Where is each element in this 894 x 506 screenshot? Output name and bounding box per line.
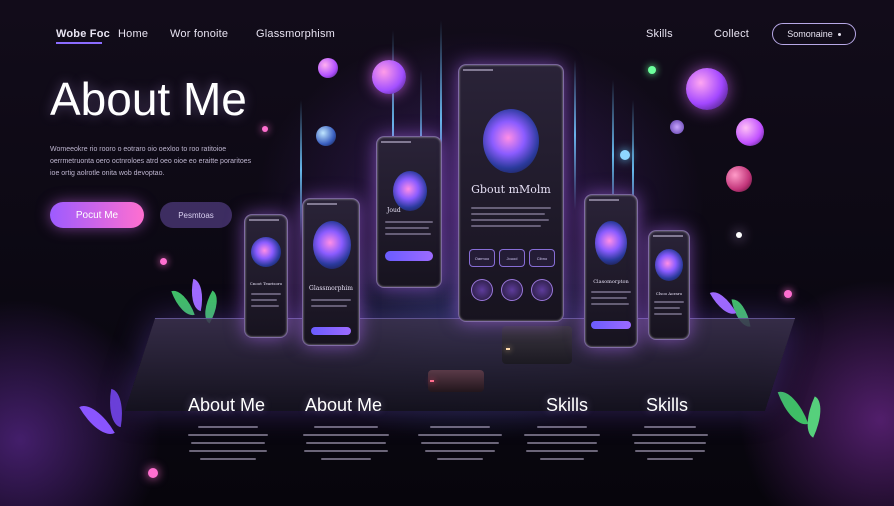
nav-link-contact[interactable]: Collect xyxy=(714,28,749,40)
top-navigation: Wobe Foc Home Wor fonoite Glassmorphism … xyxy=(0,0,894,66)
nebula-image xyxy=(251,237,281,267)
glow-orb xyxy=(686,68,728,110)
glow-orb xyxy=(736,118,764,146)
text-line xyxy=(654,307,680,309)
card-status-bar xyxy=(589,199,619,201)
chip-label: Cibno xyxy=(536,255,548,261)
card-title: Gbout mMolm xyxy=(471,183,551,196)
glow-orb xyxy=(736,232,742,238)
glow-orb xyxy=(316,126,336,146)
card-action-button[interactable] xyxy=(311,327,351,335)
text-line xyxy=(591,291,631,293)
nebula-image xyxy=(483,109,539,173)
hero-description: Womeeokre rio rooro o eotraro oio oexloo… xyxy=(50,146,252,177)
portfolio-button[interactable]: Pesmtoas xyxy=(160,202,232,228)
section-text-block xyxy=(520,426,604,466)
plant-leaf xyxy=(777,386,809,430)
nav-link-work-portfolio[interactable]: Wor fonoite xyxy=(170,28,228,40)
page: Wobe Foc Home Wor fonoite Glassmorphism … xyxy=(0,0,894,506)
nebula-image xyxy=(393,171,427,211)
nebula-image xyxy=(595,221,627,265)
text-line xyxy=(385,221,433,223)
text-line xyxy=(251,293,281,295)
text-line xyxy=(311,305,347,307)
card-chip-button[interactable]: Jouod xyxy=(499,249,525,267)
text-line xyxy=(654,313,682,315)
light-beam xyxy=(574,60,576,210)
nav-link-home[interactable]: Home xyxy=(118,28,148,40)
nav-link-skills[interactable]: Skills xyxy=(646,28,673,40)
nav-link-glassmorphism[interactable]: Glassmorphism xyxy=(256,28,335,40)
nav-brand-link[interactable]: Wobe Foc xyxy=(56,28,110,44)
page-title: About Me xyxy=(50,73,247,125)
card-title: Cnoot Tearisoro xyxy=(249,281,283,286)
headlight xyxy=(506,348,510,350)
dot-icon xyxy=(837,32,841,36)
section-text-block xyxy=(300,426,392,466)
glow-orb xyxy=(148,468,158,478)
plant-leaf xyxy=(104,388,128,428)
about-me-button[interactable]: Pocut Me xyxy=(50,202,144,228)
taillight xyxy=(430,380,434,382)
text-line xyxy=(471,225,541,227)
glow-orb xyxy=(262,126,268,132)
text-line xyxy=(251,305,279,307)
text-line xyxy=(385,233,431,235)
phone-card[interactable]: Clsoo Aoraro xyxy=(648,230,690,340)
section-heading-skills: Skills xyxy=(546,395,589,415)
phone-card-featured[interactable]: Gbout mMolm Oarmoo Jouod Cibno xyxy=(458,64,564,322)
card-status-bar xyxy=(249,219,279,221)
card-status-bar xyxy=(381,141,411,143)
nav-cta-label: Somonaine xyxy=(787,29,833,39)
text-line xyxy=(591,303,629,305)
section-heading-about: About Me xyxy=(305,395,383,415)
card-title: Clsoo Aoraro xyxy=(655,291,683,296)
card-action-button[interactable] xyxy=(385,251,433,261)
nav-cta-button[interactable]: Somonaine xyxy=(772,23,856,45)
section-heading-about: About Me xyxy=(188,395,266,415)
phone-card[interactable]: Joud xyxy=(376,136,442,288)
phone-card[interactable]: Cnoot Tearisoro xyxy=(244,214,288,338)
glow-orb xyxy=(160,258,167,265)
text-line xyxy=(311,299,351,301)
text-line xyxy=(654,301,684,303)
active-underline xyxy=(56,42,102,44)
phone-card[interactable]: Clasomorpton xyxy=(584,194,638,348)
icon-circle[interactable] xyxy=(471,279,493,301)
text-line xyxy=(385,227,429,229)
section-text-block xyxy=(414,426,506,466)
nebula-image xyxy=(655,249,683,281)
card-chip-button[interactable]: Cibno xyxy=(529,249,555,267)
glow-orb xyxy=(620,150,630,160)
car-small xyxy=(428,370,484,392)
glow-orb xyxy=(726,166,752,192)
card-title: Glassmorphim xyxy=(309,285,353,292)
nav-brand-label: Wobe Foc xyxy=(56,28,110,40)
icon-circle[interactable] xyxy=(531,279,553,301)
text-line xyxy=(251,299,277,301)
car-large xyxy=(502,326,572,364)
card-action-button[interactable] xyxy=(591,321,631,329)
card-title: Joud xyxy=(387,207,401,214)
glow-orb xyxy=(648,66,656,74)
glow-orb xyxy=(670,120,684,134)
card-status-bar xyxy=(463,69,493,71)
card-chip-button[interactable]: Oarmoo xyxy=(469,249,495,267)
text-line xyxy=(471,219,549,221)
nebula-image xyxy=(313,221,351,269)
section-text-block xyxy=(186,426,270,466)
text-line xyxy=(591,297,627,299)
card-title: Clasomorpton xyxy=(593,279,629,285)
phone-card[interactable]: Glassmorphim xyxy=(302,198,360,346)
text-line xyxy=(471,207,551,209)
card-status-bar xyxy=(653,235,683,237)
chip-label: Oarmoo xyxy=(474,255,490,261)
chip-label: Jouod xyxy=(506,255,518,261)
section-heading-skills: Skills xyxy=(646,395,689,415)
section-text-block xyxy=(628,426,712,466)
text-line xyxy=(471,213,545,215)
card-status-bar xyxy=(307,203,337,205)
icon-circle[interactable] xyxy=(501,279,523,301)
glow-orb xyxy=(784,290,792,298)
